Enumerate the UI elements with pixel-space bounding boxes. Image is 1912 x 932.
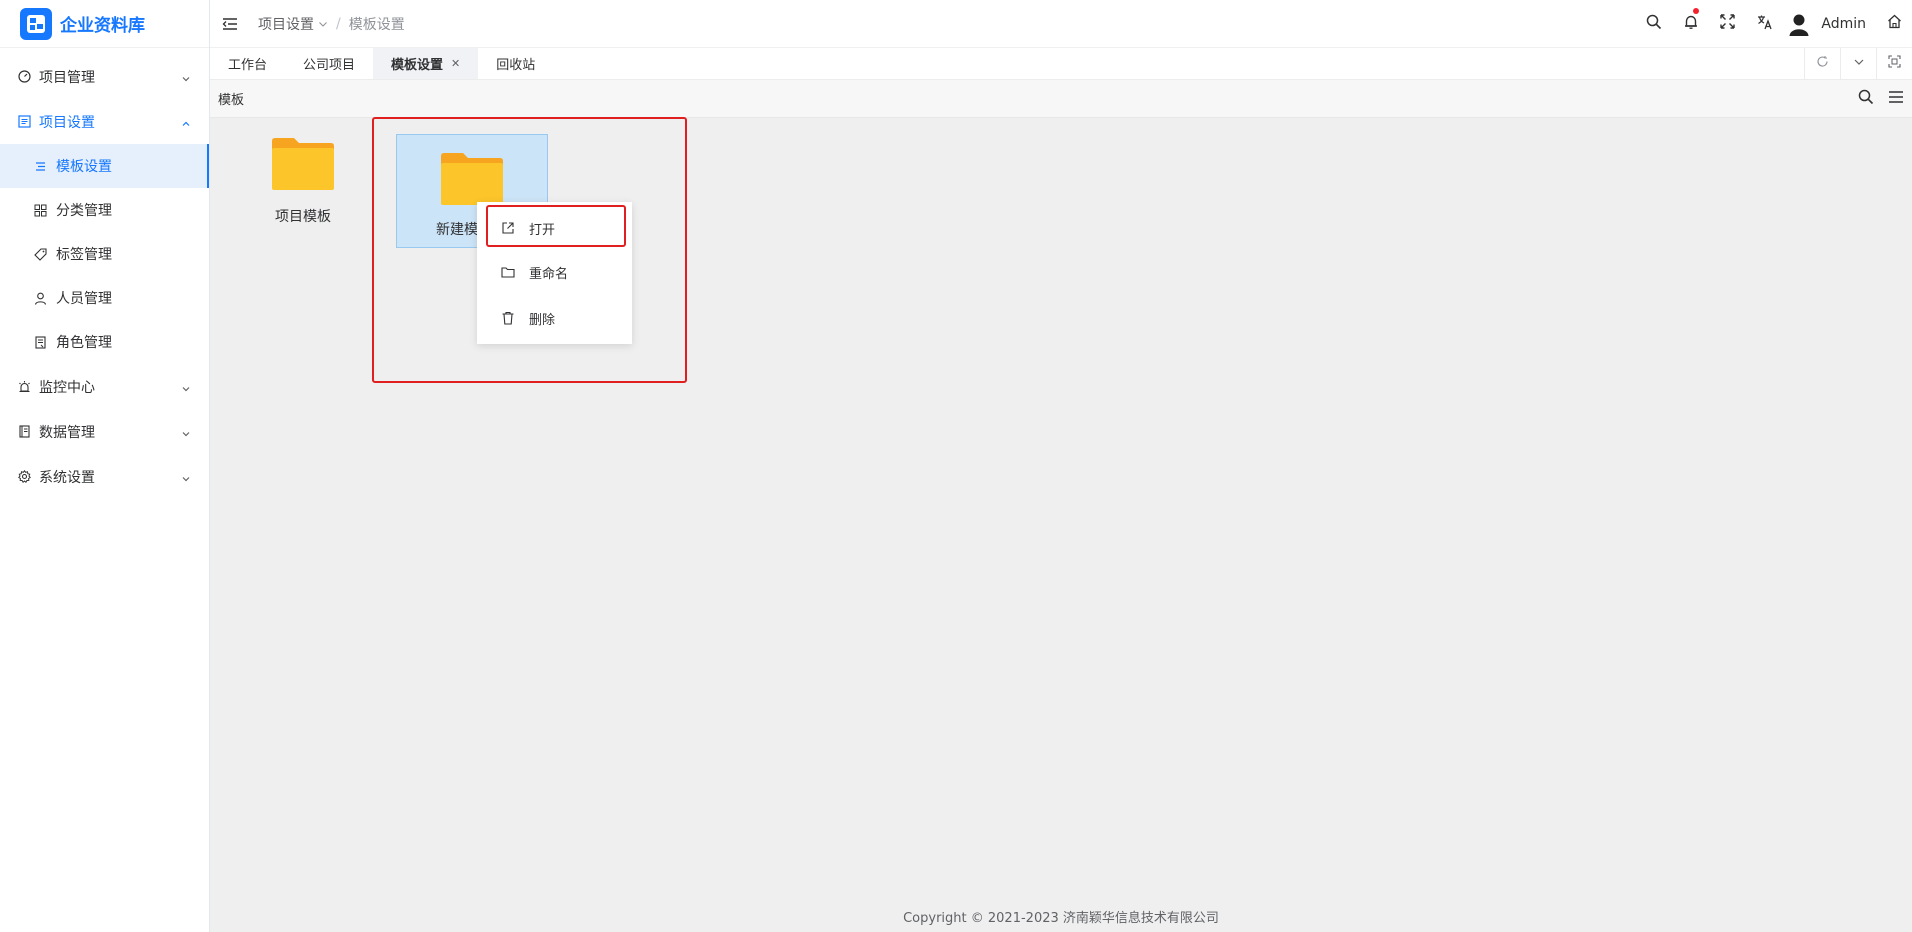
maximize-icon xyxy=(1888,55,1901,72)
book-icon xyxy=(18,425,31,438)
tab-company-projects[interactable]: 公司项目 xyxy=(285,48,373,79)
top-header: 项目设置 / 模板设置 Admin xyxy=(210,0,1912,48)
breadcrumb-item-project-settings[interactable]: 项目设置 xyxy=(258,14,314,34)
sidebar-item-project-management[interactable]: 项目管理 xyxy=(0,54,209,99)
context-menu-rename[interactable]: 重命名 xyxy=(477,252,632,292)
close-icon[interactable]: ✕ xyxy=(451,57,460,70)
tab-label: 公司项目 xyxy=(303,58,356,73)
translate-icon xyxy=(1757,14,1773,34)
collapse-menu-icon[interactable] xyxy=(222,16,238,32)
sidebar-item-label: 模板设置 xyxy=(56,159,112,175)
content-toolbar: 模板 xyxy=(210,80,1912,118)
sidebar-item-label: 项目设置 xyxy=(39,114,95,131)
chevron-up-icon xyxy=(181,117,191,127)
chevron-down-icon[interactable] xyxy=(318,19,328,29)
dashboard-icon xyxy=(18,70,31,83)
sidebar-item-data-management[interactable]: 数据管理 xyxy=(0,409,209,454)
sidebar-item-monitoring-center[interactable]: 监控中心 xyxy=(0,364,209,409)
tab-recycle-bin[interactable]: 回收站 xyxy=(478,48,553,79)
list-icon xyxy=(18,115,31,128)
menu-icon[interactable] xyxy=(1888,89,1904,109)
sidebar-item-label: 数据管理 xyxy=(39,424,95,441)
menu-lines-icon xyxy=(34,160,47,173)
breadcrumb-separator: / xyxy=(336,15,341,32)
sidebar-item-tag-management[interactable]: 标签管理 xyxy=(0,232,209,276)
refresh-button[interactable] xyxy=(1804,48,1840,79)
fullscreen-icon xyxy=(1720,14,1736,33)
gear-icon xyxy=(18,470,31,483)
folder-icon xyxy=(270,136,336,196)
tab-template-settings[interactable]: 模板设置 ✕ xyxy=(373,48,479,79)
breadcrumb-item-template-settings: 模板设置 xyxy=(348,16,405,33)
notification-button[interactable] xyxy=(1672,0,1709,48)
grid-icon xyxy=(34,204,47,217)
avatar xyxy=(1787,12,1811,36)
tab-label: 模板设置 xyxy=(391,58,444,73)
chevron-down-icon xyxy=(181,472,191,482)
home-icon xyxy=(1887,14,1902,33)
footer-copyright: Copyright © 2021-2023 济南颖华信息技术有限公司 xyxy=(903,911,1219,926)
context-menu-delete[interactable]: 删除 xyxy=(477,298,632,338)
sidebar-item-label: 角色管理 xyxy=(56,335,112,351)
language-button[interactable] xyxy=(1746,0,1783,48)
maximize-button[interactable] xyxy=(1876,48,1912,79)
content-title: 模板 xyxy=(218,93,245,108)
sidebar-item-label: 标签管理 xyxy=(56,247,112,263)
user-icon xyxy=(34,292,47,305)
chevron-down-icon xyxy=(1853,56,1865,72)
context-menu-label: 删除 xyxy=(529,312,556,328)
sidebar-item-project-settings[interactable]: 项目设置 xyxy=(0,99,209,144)
home-button[interactable] xyxy=(1880,0,1908,48)
search-button[interactable] xyxy=(1635,0,1672,48)
sidebar-item-label: 系统设置 xyxy=(39,469,95,486)
logo-icon xyxy=(20,7,52,40)
sidebar-item-category-management[interactable]: 分类管理 xyxy=(0,188,209,232)
app-logo[interactable]: 企业资料库 xyxy=(0,0,209,48)
context-menu-label: 重命名 xyxy=(529,266,569,282)
folder-outline-icon xyxy=(501,265,515,279)
alarm-icon xyxy=(18,380,31,393)
chevron-down-icon xyxy=(181,72,191,82)
tag-icon xyxy=(34,247,47,261)
tab-dropdown-button[interactable] xyxy=(1840,48,1876,79)
sidebar: 企业资料库 项目管理 项目设置 模板设置 分类管理 标签管理 人员管理 角色管理… xyxy=(0,0,210,932)
tab-label: 工作台 xyxy=(228,58,268,73)
sidebar-item-system-settings[interactable]: 系统设置 xyxy=(0,454,209,499)
sidebar-item-label: 分类管理 xyxy=(56,203,112,219)
chevron-down-icon xyxy=(181,427,191,437)
fullscreen-button[interactable] xyxy=(1709,0,1746,48)
tab-bar: 工作台 公司项目 模板设置 ✕ 回收站 xyxy=(210,48,1912,80)
bell-icon xyxy=(1683,14,1699,34)
document-icon xyxy=(34,335,47,349)
notification-dot xyxy=(1693,7,1700,14)
folder-item[interactable]: 项目模板 xyxy=(227,120,379,234)
tab-workbench[interactable]: 工作台 xyxy=(210,48,285,79)
tab-label: 回收站 xyxy=(496,58,536,73)
breadcrumb: 项目设置 / 模板设置 xyxy=(258,14,405,34)
sidebar-item-label: 项目管理 xyxy=(39,69,95,86)
sidebar-item-personnel-management[interactable]: 人员管理 xyxy=(0,276,209,320)
sidebar-item-label: 人员管理 xyxy=(56,291,112,307)
chevron-down-icon xyxy=(181,382,191,392)
refresh-icon xyxy=(1816,55,1829,72)
search-icon[interactable] xyxy=(1858,89,1874,109)
user-name: Admin xyxy=(1821,15,1866,32)
trash-icon xyxy=(501,311,515,325)
search-icon xyxy=(1646,14,1662,34)
sidebar-item-template-settings[interactable]: 模板设置 xyxy=(0,144,209,188)
sidebar-item-label: 监控中心 xyxy=(39,379,95,396)
highlight-box-open xyxy=(486,205,626,247)
folder-label: 项目模板 xyxy=(275,209,331,225)
sidebar-item-role-management[interactable]: 角色管理 xyxy=(0,320,209,364)
app-name: 企业资料库 xyxy=(60,16,145,36)
user-menu[interactable]: Admin xyxy=(1787,12,1866,36)
